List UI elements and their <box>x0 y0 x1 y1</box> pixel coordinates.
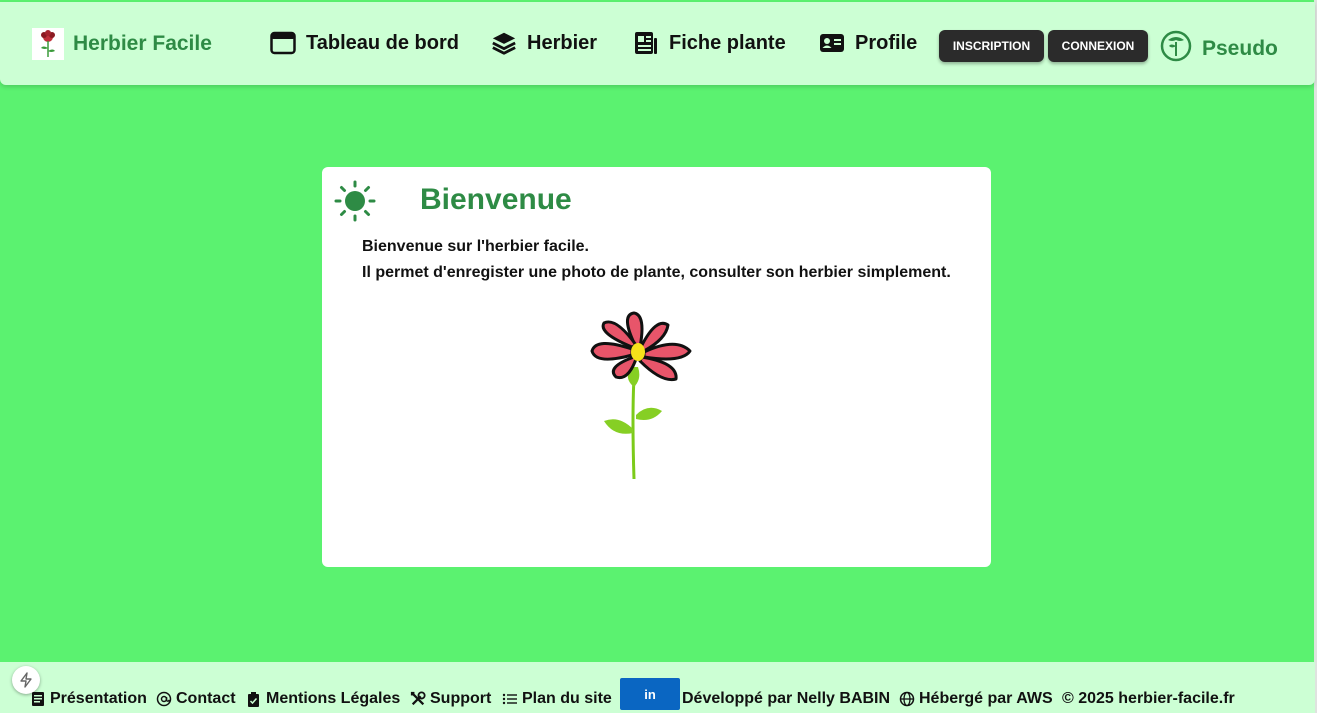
footer-sitemap-link[interactable]: Plan du site <box>502 690 612 708</box>
nav-label: Profile <box>855 31 918 54</box>
brand[interactable]: Herbier Facile <box>32 28 212 60</box>
flower-logo-icon <box>32 28 64 60</box>
welcome-text: Bienvenue sur l'herbier facile. <box>362 238 589 255</box>
hosting-credit: Hébergé par AWS <box>899 690 1053 708</box>
footer-presentation-link[interactable]: Présentation <box>30 690 147 708</box>
lightning-bolt-icon[interactable] <box>12 666 40 694</box>
nav-label: Tableau de bord <box>306 31 459 54</box>
footer-link-label: Contact <box>176 690 236 707</box>
at-sign-icon <box>156 691 172 707</box>
nav-tableau-de-bord[interactable]: Tableau de bord <box>270 30 459 56</box>
developer-credit: Développé par Nelly BABIN <box>682 690 890 708</box>
linkedin-button[interactable]: in <box>620 678 680 710</box>
nav-herbier[interactable]: Herbier <box>491 30 597 56</box>
copyright-text: © 2025 herbier-facile.fr <box>1062 690 1235 707</box>
welcome-card: Bienvenue Bienvenue sur l'herbier facile… <box>322 167 991 567</box>
footer: Présentation Contact Mentions Légales Su… <box>0 662 1315 713</box>
clipboard-check-icon <box>246 691 262 707</box>
sun-icon <box>334 180 376 227</box>
user-avatar-icon <box>1160 30 1192 67</box>
top-navbar: Herbier Facile Tableau de bord Herbier F… <box>0 2 1315 85</box>
description-text: Il permet d'enregister une photo de plan… <box>362 264 951 281</box>
globe-icon <box>899 691 915 707</box>
hosting-text: Hébergé par AWS <box>919 690 1053 707</box>
page-title: Bienvenue <box>420 183 572 216</box>
copyright: © 2025 herbier-facile.fr <box>1062 690 1235 708</box>
user-menu[interactable]: Pseudo <box>1160 30 1278 67</box>
developer-text: Développé par Nelly BABIN <box>682 690 891 707</box>
tools-icon <box>410 691 426 707</box>
footer-link-label: Présentation <box>50 690 147 707</box>
footer-link-label: Support <box>430 690 492 707</box>
footer-link-label: Mentions Légales <box>266 690 401 707</box>
footer-contact-link[interactable]: Contact <box>156 690 236 708</box>
browser-window-icon <box>270 30 296 56</box>
login-button[interactable]: CONNEXION <box>1048 30 1148 62</box>
footer-link-label: Plan du site <box>522 690 612 707</box>
document-list-icon <box>633 30 659 56</box>
brand-title: Herbier Facile <box>73 32 212 55</box>
signup-button[interactable]: INSCRIPTION <box>939 30 1044 62</box>
nav-profile[interactable]: Profile <box>819 30 917 56</box>
nav-fiche-plante[interactable]: Fiche plante <box>633 30 786 56</box>
list-icon <box>502 691 518 707</box>
user-name: Pseudo <box>1202 36 1278 60</box>
flower-illustration <box>584 307 694 487</box>
document-icon <box>30 691 46 707</box>
layers-icon <box>491 30 517 56</box>
id-card-icon <box>819 30 845 56</box>
footer-support-link[interactable]: Support <box>410 690 491 708</box>
nav-label: Fiche plante <box>669 31 786 54</box>
nav-label: Herbier <box>527 31 598 54</box>
footer-legal-link[interactable]: Mentions Légales <box>246 690 400 708</box>
